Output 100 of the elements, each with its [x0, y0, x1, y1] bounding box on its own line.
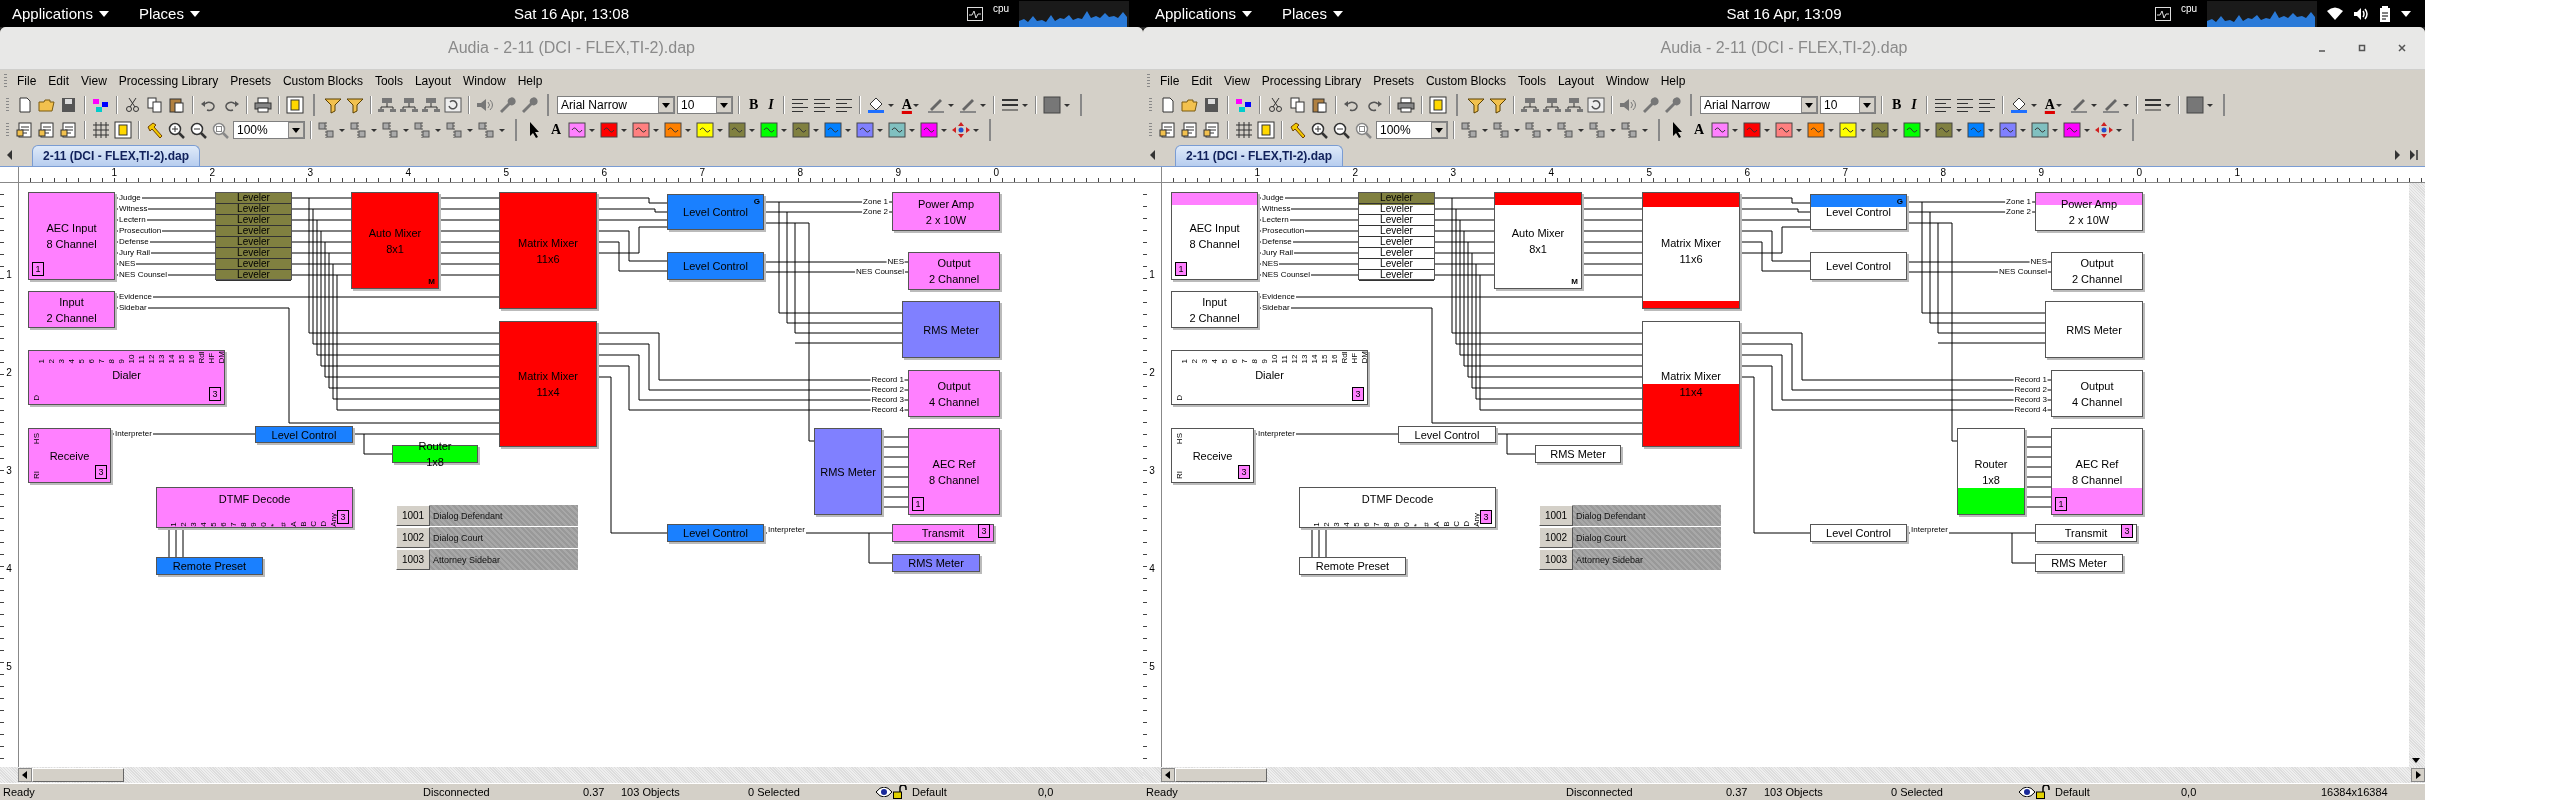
block-tool-icon[interactable]	[823, 120, 854, 139]
document-tab[interactable]: 2-11 (DCI - FLEX,TI-2).dap	[32, 145, 200, 166]
menu-item[interactable]: File	[11, 74, 43, 88]
properties-icon[interactable]	[15, 120, 35, 139]
framed-box-icon[interactable]	[1256, 120, 1276, 139]
paint-bucket-icon[interactable]	[865, 95, 896, 114]
menu-item[interactable]: Help	[511, 74, 549, 88]
menu-item[interactable]: Custom Blocks	[1419, 74, 1512, 88]
menu-item[interactable]: Help	[1654, 74, 1692, 88]
clipboard-icon[interactable]	[1310, 95, 1330, 114]
properties-icon[interactable]	[1180, 120, 1200, 139]
block-tool-icon[interactable]	[1998, 120, 2029, 139]
block-tool-icon[interactable]	[855, 120, 886, 139]
properties-icon[interactable]	[1202, 120, 1222, 139]
copy-icon[interactable]	[145, 95, 165, 114]
network-icon[interactable]	[1542, 95, 1562, 114]
caret-icon[interactable]	[1241, 10, 1252, 17]
preset-number-button[interactable]: 1002	[1539, 527, 1573, 548]
block-tool-icon[interactable]	[1774, 120, 1805, 139]
menu-item[interactable]: Edit	[1185, 74, 1219, 88]
menu-item[interactable]: Processing Library	[112, 74, 225, 88]
menu-item[interactable]: Presets	[1367, 74, 1420, 88]
bold-button[interactable]: B	[1888, 96, 1906, 113]
menu-item[interactable]: Tools	[368, 74, 409, 88]
font-size-dropdown[interactable]: 10	[677, 95, 733, 114]
block-tool-icon[interactable]	[663, 120, 694, 139]
scroll-left-icon[interactable]	[1149, 150, 1157, 160]
block-tool-icon[interactable]	[759, 120, 790, 139]
menu-item[interactable]: Edit	[42, 74, 76, 88]
font-dropdown[interactable]: Arial Narrow	[1700, 95, 1818, 114]
block-tool-icon[interactable]	[919, 120, 950, 139]
menu-item[interactable]: Layout	[408, 74, 457, 88]
properties-icon[interactable]	[1158, 120, 1178, 139]
bold-button[interactable]: B	[745, 96, 763, 113]
block-tool-icon[interactable]	[1742, 120, 1773, 139]
block-tool-icon[interactable]	[1806, 120, 1837, 139]
menu-item[interactable]: Layout	[1551, 74, 1600, 88]
align-objects-icon[interactable]	[1492, 120, 1522, 139]
preset-number-button[interactable]: 1001	[1539, 505, 1573, 526]
block-tool-icon[interactable]	[567, 120, 598, 139]
scroll-left-icon[interactable]	[6, 150, 14, 160]
properties-icon[interactable]	[37, 120, 57, 139]
eye-icon[interactable]	[876, 787, 892, 797]
scroll-left-icon[interactable]	[1161, 768, 1175, 782]
horizontal-scrollbar[interactable]	[1143, 767, 2425, 783]
scroll-left-icon[interactable]	[18, 768, 32, 782]
block-tool-icon[interactable]	[1710, 120, 1741, 139]
hammer-icon[interactable]	[1288, 120, 1308, 139]
align-objects-icon[interactable]	[381, 120, 411, 139]
close-icon[interactable]	[2397, 43, 2407, 53]
align-objects-icon[interactable]	[349, 120, 379, 139]
volume-icon[interactable]	[2353, 6, 2369, 21]
framed-box-icon[interactable]	[285, 95, 305, 114]
caret-icon[interactable]	[1332, 10, 1343, 17]
block-tool-icon[interactable]	[791, 120, 822, 139]
network-icon[interactable]	[1520, 95, 1540, 114]
network-icon[interactable]	[399, 95, 419, 114]
network-icon[interactable]	[1564, 95, 1584, 114]
block-tool-icon[interactable]	[1870, 120, 1901, 139]
network-icon[interactable]	[377, 95, 397, 114]
color-square-icon[interactable]	[2184, 95, 2215, 114]
block-tool-icon[interactable]	[695, 120, 726, 139]
clipboard-icon[interactable]	[2379, 5, 2391, 22]
block-tool-icon[interactable]	[887, 120, 918, 139]
text-tool-button[interactable]: A	[547, 121, 566, 138]
menu-item[interactable]: Window	[1599, 74, 1655, 88]
places-menu[interactable]: Places	[1281, 5, 1343, 22]
caret-icon[interactable]	[98, 10, 109, 17]
preset-number-button[interactable]: 1003	[1539, 549, 1573, 570]
paint-bucket-icon[interactable]	[2008, 95, 2039, 114]
align-objects-icon[interactable]	[1556, 120, 1586, 139]
font-color-button[interactable]: A	[2040, 96, 2067, 113]
align-objects-icon[interactable]	[1460, 120, 1490, 139]
font-dropdown[interactable]: Arial Narrow	[557, 95, 675, 114]
align-objects-icon[interactable]	[317, 120, 347, 139]
zoom-dropdown[interactable]: 100%	[1376, 120, 1448, 139]
zoom-out-icon[interactable]	[1332, 120, 1352, 139]
align-objects-icon[interactable]	[413, 120, 443, 139]
menu-item[interactable]: Custom Blocks	[276, 74, 369, 88]
funnel-icon[interactable]	[1488, 95, 1508, 114]
system-monitor-icon[interactable]	[2154, 6, 2171, 21]
preset-number-button[interactable]: 1003	[396, 549, 430, 570]
menu-item[interactable]: Tools	[1511, 74, 1552, 88]
scrollbar-thumb[interactable]	[1175, 768, 1267, 782]
move-icon[interactable]	[2094, 120, 2125, 139]
scroll-right-icon[interactable]	[2393, 150, 2401, 160]
funnel-icon[interactable]	[345, 95, 365, 114]
align-objects-icon[interactable]	[477, 120, 507, 139]
text-tool-button[interactable]: A	[1690, 121, 1709, 138]
block-tool-icon[interactable]	[727, 120, 758, 139]
printer-icon[interactable]	[1396, 95, 1416, 114]
preset-number-button[interactable]: 1002	[396, 527, 430, 548]
align-objects-icon[interactable]	[1588, 120, 1618, 139]
scrollbar-thumb[interactable]	[32, 768, 124, 782]
menu-item[interactable]: Window	[456, 74, 512, 88]
block-tool-icon[interactable]	[599, 120, 630, 139]
italic-button[interactable]: I	[1907, 96, 1921, 113]
block-tool-icon[interactable]	[1902, 120, 1933, 139]
block-tool-icon[interactable]	[1934, 120, 1965, 139]
block-tool-icon[interactable]	[1966, 120, 1997, 139]
